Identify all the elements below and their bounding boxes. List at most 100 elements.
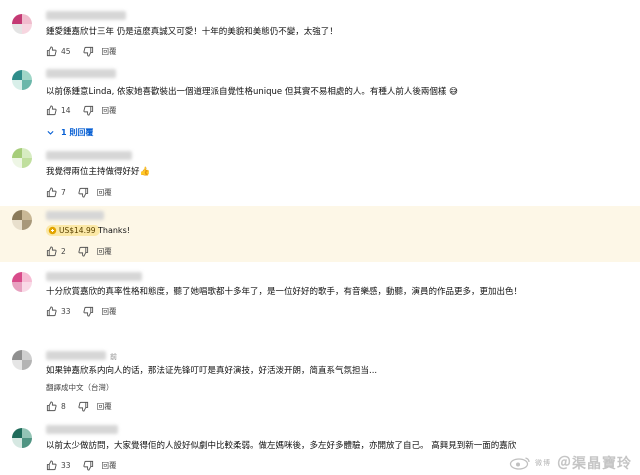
- avatar-tile: [22, 428, 32, 438]
- weibo-logo-icon: [509, 457, 530, 470]
- emoji: 👍: [139, 167, 151, 177]
- avatar-tile: [22, 350, 32, 360]
- comment-text-body: 我覺得兩位主持做得好好: [46, 167, 140, 177]
- comment-text: 鍾愛鍾嘉欣廿三年 仍是這麼真誠又可愛！十年的美貌和美態仍不變，太強了！: [46, 27, 338, 37]
- like-count: 2: [61, 246, 66, 256]
- avatar-tile: [22, 360, 32, 370]
- author-name-blurred[interactable]: [46, 351, 106, 360]
- comment-text: 我覺得兩位主持做得好好👍: [46, 167, 150, 178]
- comment-actions: 7 回覆: [46, 186, 112, 198]
- like-count: 33: [61, 306, 71, 316]
- like-count: 33: [61, 460, 71, 470]
- avatar-tile: [22, 148, 32, 158]
- view-replies-label: 1 則回覆: [61, 128, 94, 137]
- view-replies-button[interactable]: 1 則回覆: [46, 127, 93, 138]
- avatar-tile: [12, 428, 22, 438]
- author-name-blurred[interactable]: [46, 425, 118, 434]
- avatar[interactable]: [12, 210, 32, 230]
- thumbs-up-icon[interactable]: [46, 45, 57, 57]
- reply-button[interactable]: 回覆: [97, 187, 112, 198]
- avatar-tile: [12, 148, 22, 158]
- avatar-tile: [22, 438, 32, 448]
- comment-actions: 45 回覆: [46, 45, 117, 57]
- thumbs-down-icon[interactable]: [78, 246, 89, 257]
- comment-actions: 8 回覆: [46, 400, 112, 412]
- reply-button[interactable]: 回覆: [102, 105, 117, 116]
- avatar-tile: [12, 158, 22, 168]
- avatar-tile: [22, 80, 32, 90]
- thumbs-down-icon[interactable]: [78, 401, 89, 412]
- avatar[interactable]: [12, 70, 32, 90]
- avatar-tile: [12, 210, 22, 220]
- avatar-tile: [22, 210, 32, 220]
- avatar-tile: [12, 70, 22, 80]
- avatar-tile: [12, 80, 22, 90]
- avatar-tile: [12, 350, 22, 360]
- thumbs-down-icon[interactable]: [83, 460, 94, 471]
- author-name-blurred[interactable]: [46, 272, 142, 281]
- avatar-tile: [22, 272, 32, 282]
- avatar-tile: [12, 220, 22, 230]
- avatar-tile: [12, 24, 22, 34]
- comment-text: 以前係鍾意Linda, 依家她喜歡裝出一個道理派自覺性格unique 但其實不易…: [46, 87, 458, 98]
- like-count: 7: [61, 187, 66, 197]
- super-thanks-amount: US$14.99: [59, 226, 96, 235]
- comment-actions: 33 回覆: [46, 305, 117, 317]
- thumbs-down-icon[interactable]: [83, 105, 94, 116]
- comment-actions: 14 回覆: [46, 104, 117, 116]
- avatar-tile: [12, 272, 22, 282]
- author-name-blurred[interactable]: [46, 11, 126, 20]
- super-thanks-badge: US$14.99: [46, 225, 100, 236]
- watermark-text: ＠渠晶寶玲: [557, 456, 632, 472]
- comment-text: 以前太少做訪問，大家覺得佢的人設好似劇中比較柔弱。做左媽咪後，多左好多體驗，亦開…: [46, 441, 517, 451]
- reply-button[interactable]: 回覆: [102, 46, 117, 57]
- reply-button[interactable]: 回覆: [97, 401, 112, 412]
- weibo-watermark: 微博 ＠渠晶寶玲: [509, 453, 632, 473]
- avatar-tile: [12, 282, 22, 292]
- like-count: 45: [61, 46, 71, 56]
- reply-button[interactable]: 回覆: [102, 460, 117, 471]
- comment-actions: 33 回覆: [46, 459, 117, 471]
- like-count: 14: [61, 105, 71, 115]
- avatar-tile: [22, 14, 32, 24]
- avatar-tile: [12, 360, 22, 370]
- thumbs-up-icon[interactable]: [46, 400, 57, 412]
- avatar-tile: [22, 158, 32, 168]
- chevron-down-icon: [47, 130, 54, 135]
- thumbs-up-icon[interactable]: [46, 104, 57, 116]
- thumbs-up-icon[interactable]: [46, 305, 57, 317]
- thumbs-down-icon[interactable]: [83, 306, 94, 317]
- avatar-tile: [12, 14, 22, 24]
- avatar-tile: [22, 24, 32, 34]
- comment-text: Thanks!: [98, 226, 130, 235]
- avatar[interactable]: [12, 14, 32, 34]
- thumbs-up-icon[interactable]: [46, 245, 57, 257]
- avatar-tile: [12, 438, 22, 448]
- comment-text: 十分欣賞嘉欣的真率性格和態度，聽了她唱歌都十多年了，是一位好好的歌手，有音樂感，…: [46, 287, 523, 297]
- avatar[interactable]: [12, 428, 32, 448]
- avatar[interactable]: [12, 350, 32, 370]
- watermark-prefix: 微博: [535, 459, 551, 467]
- comment-text: 如果钟嘉欣系内向人的话，那法证先锋叮叮是真好演技，好活泼开朗，简直系气氛担当..…: [46, 366, 378, 376]
- comment-text-body: 以前係鍾意Linda, 依家她喜歡裝出一個道理派自覺性格unique 但其實不易…: [46, 87, 447, 97]
- comment-actions: 2 回覆: [46, 245, 112, 257]
- avatar-tile: [22, 220, 32, 230]
- avatar-tile: [22, 282, 32, 292]
- thumbs-down-icon[interactable]: [83, 46, 94, 57]
- thumbs-down-icon[interactable]: [78, 187, 89, 198]
- emoji: 😅: [449, 87, 458, 97]
- reply-button[interactable]: 回覆: [102, 306, 117, 317]
- author-name-blurred[interactable]: [46, 211, 104, 220]
- avatar-tile: [22, 70, 32, 80]
- thumbs-up-icon[interactable]: [46, 459, 57, 471]
- like-count: 8: [61, 401, 66, 411]
- comment-age: 前: [110, 353, 117, 361]
- avatar[interactable]: [12, 148, 32, 168]
- author-name-blurred[interactable]: [46, 151, 132, 160]
- reply-button[interactable]: 回覆: [97, 246, 112, 257]
- author-name-blurred[interactable]: [46, 69, 116, 78]
- translate-link[interactable]: 翻譯成中文（台灣）: [46, 382, 114, 393]
- avatar[interactable]: [12, 272, 32, 292]
- super-thanks-icon: [48, 226, 57, 235]
- thumbs-up-icon[interactable]: [46, 186, 57, 198]
